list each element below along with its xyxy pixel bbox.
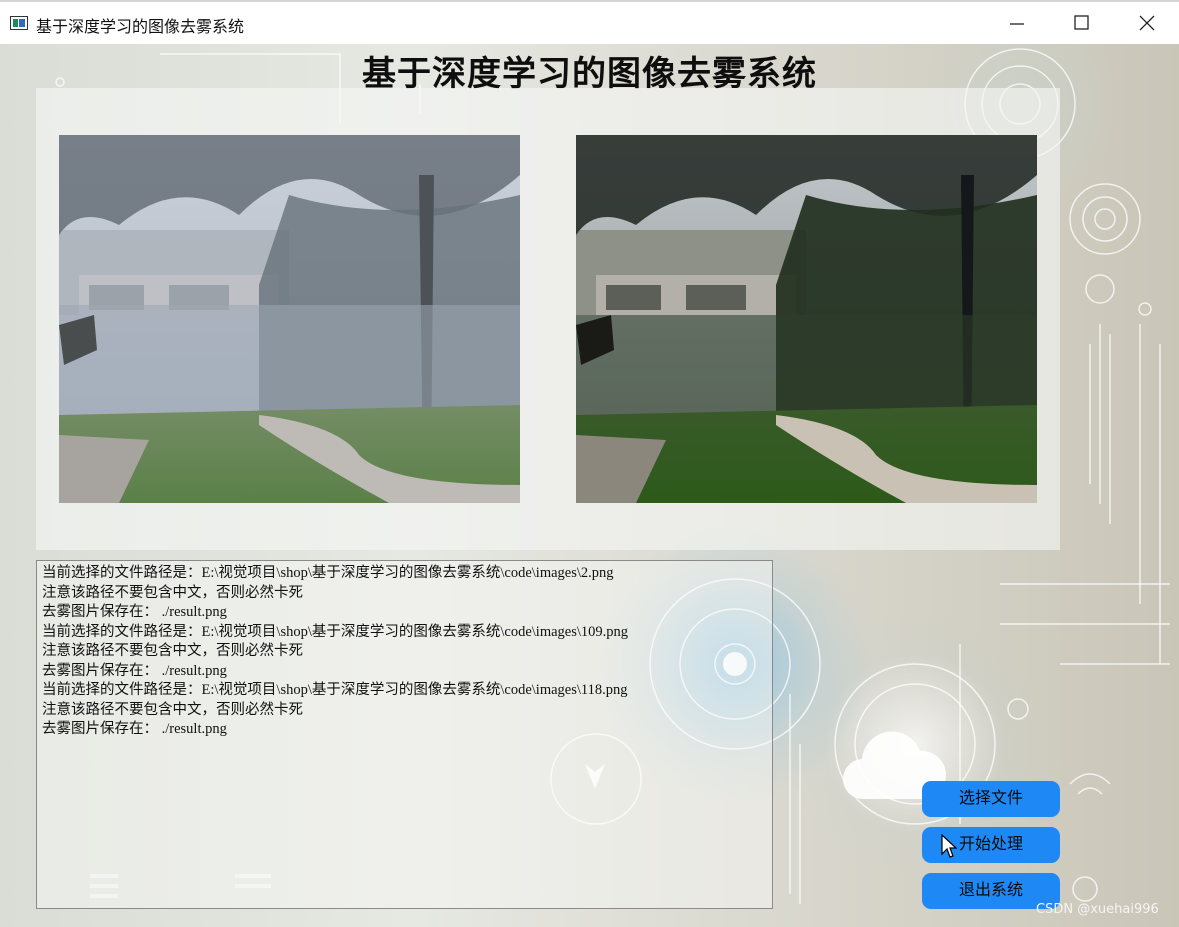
log-line: 注意该路径不要包含中文，否则必然卡死 xyxy=(42,643,303,659)
log-line: 去雾图片保存在： ./result.png xyxy=(42,662,227,679)
maximize-icon xyxy=(1074,15,1089,30)
original-image xyxy=(59,135,520,503)
mouse-cursor-icon xyxy=(941,834,957,858)
log-line: 注意该路径不要包含中文，否则必然卡死 xyxy=(42,584,303,601)
select-file-button[interactable]: 选择文件 xyxy=(922,781,1060,817)
log-output[interactable]: 当前选择的文件路径是：E:\视觉项目\shop\基于深度学习的图像去雾系统\co… xyxy=(36,560,773,909)
close-button[interactable] xyxy=(1117,2,1177,44)
log-line: 当前选择的文件路径是：E:\视觉项目\shop\基于深度学习的图像去雾系统\co… xyxy=(42,623,629,640)
log-line: 去雾图片保存在： ./result.png xyxy=(42,721,227,737)
watermark: CSDN @xuehai996 xyxy=(1036,902,1159,917)
log-line: 去雾图片保存在： ./result.png xyxy=(42,604,227,620)
app-window-icon xyxy=(10,16,28,30)
window-title: 基于深度学习的图像去雾系统 xyxy=(36,17,245,36)
window-title-bar: 基于深度学习的图像去雾系统 xyxy=(0,0,1179,44)
result-image xyxy=(576,135,1037,503)
foggy-photo-icon xyxy=(59,135,520,503)
minimize-button[interactable] xyxy=(988,2,1048,44)
log-line: 当前选择的文件路径是：E:\视觉项目\shop\基于深度学习的图像去雾系统\co… xyxy=(42,682,628,698)
log-line: 当前选择的文件路径是：E:\视觉项目\shop\基于深度学习的图像去雾系统\co… xyxy=(42,565,614,581)
dehazed-photo-icon xyxy=(576,135,1037,503)
log-line: 注意该路径不要包含中文，否则必然卡死 xyxy=(42,701,303,718)
maximize-button[interactable] xyxy=(1052,2,1112,44)
close-icon xyxy=(1139,15,1155,31)
minimize-icon xyxy=(1010,23,1024,25)
